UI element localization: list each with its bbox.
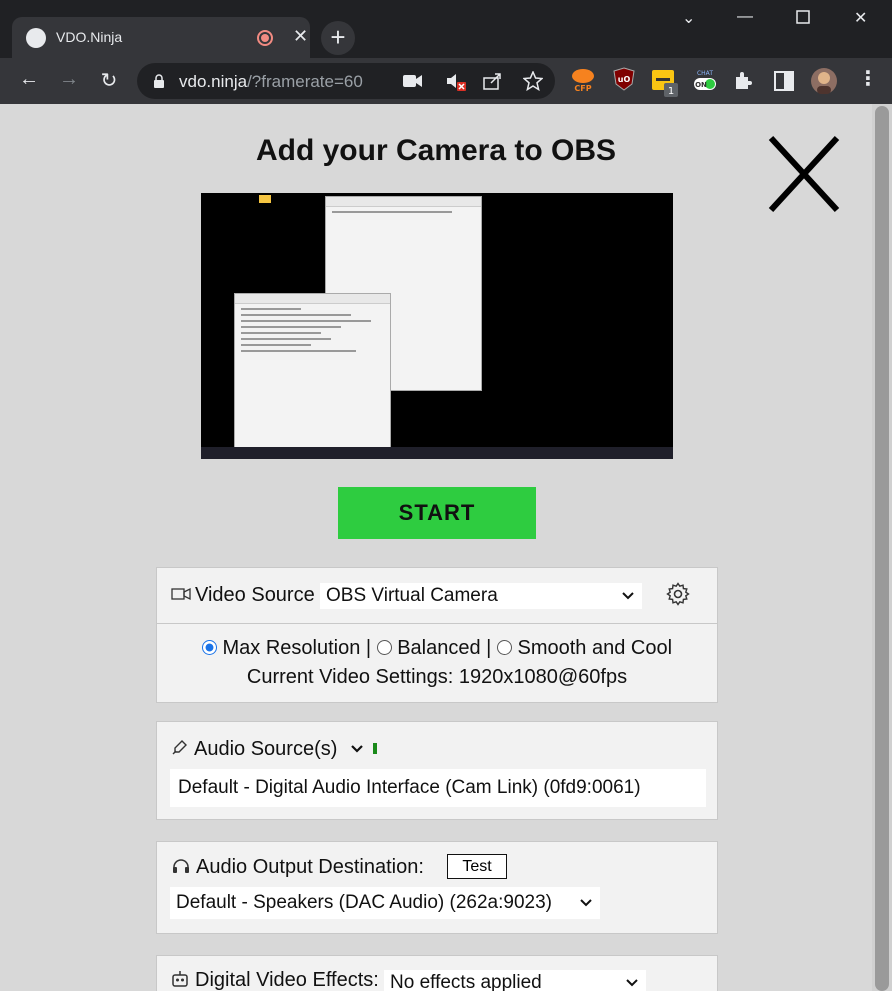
minimize-button[interactable]: — [737, 8, 753, 26]
sound-muted-icon[interactable] [445, 72, 467, 97]
balanced-radio[interactable] [376, 640, 392, 655]
audio-device-item[interactable]: Default - Digital Audio Interface (Cam L… [170, 769, 706, 807]
reload-button[interactable]: ↻ [96, 68, 122, 93]
chevron-down-icon [580, 887, 592, 930]
browser-menu-icon[interactable]: ⋮ [858, 69, 878, 89]
password-manager-extension-icon[interactable]: 1 [652, 70, 682, 105]
url-text: vdo.ninja/?framerate=60 [179, 72, 363, 92]
new-tab-button[interactable]: + [321, 21, 355, 55]
window-close-button[interactable]: ✕ [854, 8, 867, 28]
max-resolution-radio[interactable] [201, 640, 217, 655]
settings-gear-icon[interactable] [666, 582, 690, 611]
recording-indicator-icon [257, 30, 273, 46]
audio-source-label: Audio Source(s) [194, 738, 338, 760]
current-video-settings: Current Video Settings: 1920x1080@60fps [246, 666, 628, 688]
microphone-icon [172, 739, 188, 760]
robot-icon [171, 970, 189, 991]
extensions-puzzle-icon[interactable] [733, 71, 753, 96]
audio-output-select[interactable]: Default - Speakers (DAC Audio) (262a:902… [170, 887, 600, 919]
ublock-origin-icon[interactable]: uO [613, 67, 635, 96]
tab-search-icon[interactable]: ⌄ [682, 8, 695, 28]
tab-title: VDO.Ninja [56, 29, 123, 45]
audio-output-panel: Audio Output Destination: Test Default -… [156, 841, 718, 934]
url-host: vdo.ninja [179, 72, 248, 91]
vdo-ninja-favicon-icon [26, 28, 46, 48]
video-effects-select[interactable]: No effects applied [384, 970, 646, 991]
lock-icon [153, 74, 165, 93]
scrollbar-thumb[interactable] [875, 106, 889, 991]
chat-on-label: ON [695, 81, 707, 89]
chevron-down-icon [626, 970, 638, 991]
audio-source-panel: Audio Source(s) Default - Digital Audio … [156, 721, 718, 820]
profile-avatar[interactable] [810, 67, 838, 100]
video-preview [201, 193, 673, 459]
chat-label: CHAT [697, 70, 713, 77]
balanced-label: Balanced | [397, 637, 492, 659]
extension-badge-count: 1 [668, 86, 674, 97]
video-effects-panel: Digital Video Effects: No effects applie… [156, 955, 718, 991]
cfp-label: CFP [574, 84, 591, 93]
resolution-options: Max Resolution | Balanced | Smooth and C… [157, 637, 717, 660]
smooth-and-cool-radio[interactable] [496, 640, 512, 655]
browser-tab[interactable]: VDO.Ninja ✕ [12, 17, 310, 59]
start-button[interactable]: START [338, 487, 536, 539]
desktop-folder-icon [259, 195, 271, 203]
svg-text:uO: uO [618, 75, 631, 84]
chat-toggle-extension-icon[interactable]: CHAT ON [693, 69, 717, 98]
camera-in-use-icon[interactable] [403, 74, 423, 93]
audio-output-label: Audio Output Destination: [196, 856, 424, 878]
notepad-window-front [234, 293, 391, 453]
close-icon[interactable] [765, 134, 843, 214]
video-source-select[interactable]: OBS Virtual Camera [320, 583, 642, 609]
video-effects-label: Digital Video Effects: [195, 969, 379, 991]
video-camera-icon [171, 587, 191, 606]
video-resolution-panel: Max Resolution | Balanced | Smooth and C… [156, 623, 718, 703]
back-button[interactable]: ← [16, 68, 42, 91]
url-path: /?framerate=60 [247, 72, 363, 91]
side-panel-icon[interactable] [774, 71, 794, 96]
expand-chevron-icon[interactable] [350, 742, 364, 760]
page-title: Add your Camera to OBS [255, 134, 617, 167]
max-resolution-label: Max Resolution | [222, 637, 372, 659]
share-icon[interactable] [483, 72, 503, 95]
browser-toolbar: ← → ↻ vdo.ninja/?framerate=60 CFP uO 1 C… [0, 58, 892, 104]
tab-close-icon[interactable]: ✕ [293, 26, 308, 46]
cloudflare-cfp-extension-icon[interactable]: CFP [571, 66, 595, 99]
video-effects-value: No effects applied [390, 972, 542, 991]
page-viewport: Add your Camera to OBS START Video Sourc… [0, 104, 872, 991]
smooth-and-cool-label: Smooth and Cool [517, 637, 673, 659]
tab-strip: VDO.Ninja ✕ + ⌄ — ✕ [0, 0, 892, 59]
preview-taskbar [201, 447, 673, 459]
audio-output-value: Default - Speakers (DAC Audio) (262a:902… [176, 892, 552, 913]
video-source-label: Video Source [195, 584, 315, 606]
maximize-button[interactable] [796, 10, 810, 29]
chevron-down-icon [622, 583, 634, 617]
forward-button[interactable]: → [56, 68, 82, 91]
video-source-panel: Video Source OBS Virtual Camera [156, 567, 718, 624]
address-bar[interactable]: vdo.ninja/?framerate=60 [137, 63, 555, 99]
headphones-icon [172, 858, 190, 879]
bookmark-star-icon[interactable] [522, 70, 544, 96]
audio-level-meter [373, 743, 377, 754]
test-audio-button[interactable]: Test [447, 854, 507, 879]
video-source-value: OBS Virtual Camera [326, 585, 498, 606]
